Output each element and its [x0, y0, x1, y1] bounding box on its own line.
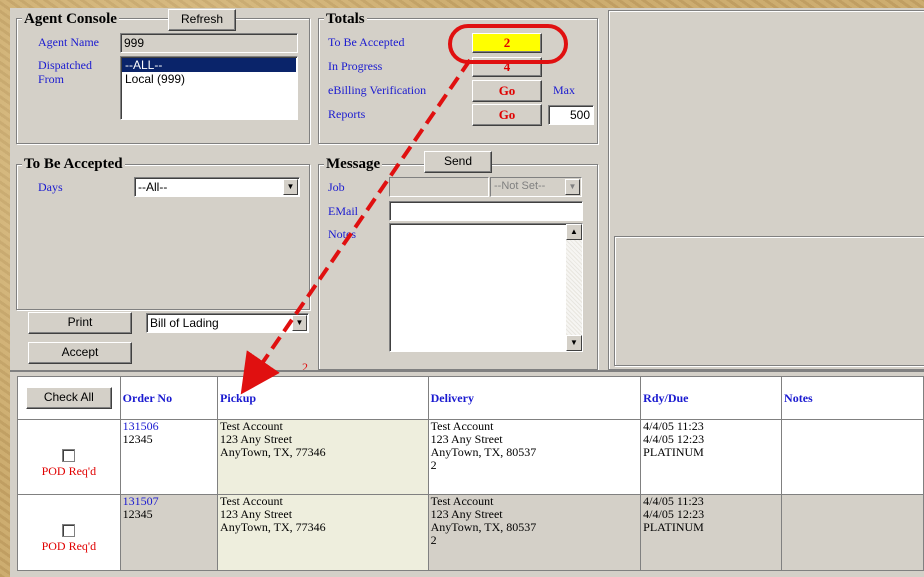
- order-ref: 12345: [122, 507, 153, 521]
- orders-table: Check All Order No Pickup Delivery Rdy/D…: [17, 376, 924, 571]
- check-all-button[interactable]: Check All: [25, 387, 112, 409]
- job-label: Job: [328, 180, 345, 194]
- days-select[interactable]: --All-- ▼: [134, 177, 300, 197]
- delivery-city: AnyTown, TX, 80537: [430, 520, 537, 534]
- pickup-city: AnyTown, TX, 77346: [220, 445, 326, 459]
- dispatched-option-local[interactable]: Local (999): [122, 72, 296, 86]
- dispatched-option-all[interactable]: --ALL--: [122, 58, 296, 72]
- select-cell: POD Req'd: [17, 419, 121, 495]
- service-level: PLATINUM: [643, 445, 704, 459]
- accept-count: 2: [302, 360, 308, 374]
- agent-name-field[interactable]: 999: [120, 33, 298, 53]
- service-level: PLATINUM: [643, 520, 704, 534]
- days-label: Days: [38, 180, 63, 194]
- delivery-pieces: 2: [430, 458, 437, 472]
- reports-go-button[interactable]: Go: [472, 104, 542, 126]
- print-dropdown-arrow-icon[interactable]: ▼: [292, 315, 307, 331]
- col-notes[interactable]: Notes: [781, 376, 924, 420]
- refresh-button[interactable]: Refresh: [168, 9, 236, 31]
- table-row[interactable]: POD Req'd 131507 12345 Test Account 123 …: [17, 494, 924, 571]
- notes-label: Notes: [328, 227, 356, 241]
- agent-window: Agent Console Refresh Agent Name 999 Dis…: [10, 8, 924, 577]
- col-rdy-due[interactable]: Rdy/Due: [640, 376, 783, 420]
- notes-cell: [781, 494, 924, 571]
- notes-scrollbar[interactable]: ▲ ▼: [566, 224, 582, 351]
- pickup-cell: Test Account 123 Any Street AnyTown, TX,…: [217, 419, 429, 495]
- job-dropdown-arrow-icon[interactable]: ▼: [565, 179, 580, 195]
- send-button[interactable]: Send: [424, 151, 492, 173]
- ebilling-label: eBilling Verification: [328, 83, 427, 97]
- to-be-accepted-label: To Be Accepted: [328, 35, 405, 49]
- totals-title: Totals: [324, 11, 367, 27]
- row-checkbox[interactable]: [62, 524, 76, 537]
- select-cell: POD Req'd: [17, 494, 121, 571]
- delivery-pieces: 2: [430, 533, 437, 547]
- pod-required-label: POD Req'd: [41, 539, 97, 553]
- days-select-value: --All--: [138, 180, 168, 194]
- print-doc-select[interactable]: Bill of Lading ▼: [146, 313, 309, 333]
- email-label: EMail: [328, 204, 358, 218]
- job-input[interactable]: [389, 177, 489, 197]
- ebilling-go-button[interactable]: Go: [472, 80, 542, 102]
- dispatched-listbox[interactable]: --ALL-- Local (999): [120, 56, 298, 120]
- orders-header-row: Check All Order No Pickup Delivery Rdy/D…: [17, 376, 924, 420]
- order-cell: 131507 12345: [119, 494, 219, 571]
- agent-console-title: Agent Console: [22, 11, 119, 27]
- rdy-due-cell: 4/4/05 11:23 4/4/05 12:23 PLATINUM: [640, 419, 783, 495]
- table-row[interactable]: POD Req'd 131506 12345 Test Account 123 …: [17, 419, 924, 495]
- delivery-cell: Test Account 123 Any Street AnyTown, TX,…: [427, 494, 642, 571]
- col-delivery[interactable]: Delivery: [427, 376, 642, 420]
- job-select-value: --Not Set--: [494, 180, 546, 192]
- in-progress-count-button[interactable]: 4: [472, 57, 542, 77]
- order-ref: 12345: [122, 432, 153, 446]
- col-pickup[interactable]: Pickup: [217, 376, 429, 420]
- right-inner-panel: [614, 236, 924, 366]
- pickup-cell: Test Account 123 Any Street AnyTown, TX,…: [217, 494, 429, 571]
- reports-label: Reports: [328, 107, 366, 121]
- scroll-up-icon[interactable]: ▲: [566, 224, 582, 240]
- notes-textarea[interactable]: ▲ ▼: [389, 223, 583, 352]
- delivery-city: AnyTown, TX, 80537: [430, 445, 537, 459]
- to-be-accepted-count-button[interactable]: 2: [472, 33, 542, 53]
- in-progress-label: In Progress: [328, 59, 383, 73]
- accept-button[interactable]: Accept: [28, 342, 132, 364]
- pickup-city: AnyTown, TX, 77346: [220, 520, 326, 534]
- job-select[interactable]: --Not Set-- ▼: [490, 177, 582, 197]
- delivery-cell: Test Account 123 Any Street AnyTown, TX,…: [427, 419, 642, 495]
- rdy-due-cell: 4/4/05 11:23 4/4/05 12:23 PLATINUM: [640, 494, 783, 571]
- pod-required-label: POD Req'd: [41, 463, 97, 478]
- dispatched-label: Dispatched From: [38, 58, 118, 86]
- message-title: Message: [324, 156, 383, 172]
- col-order-no[interactable]: Order No: [119, 376, 219, 420]
- row-checkbox[interactable]: [62, 448, 76, 462]
- check-all-cell: Check All: [17, 376, 121, 420]
- email-input[interactable]: [389, 201, 583, 221]
- print-button[interactable]: Print: [28, 312, 132, 334]
- dispatched-from-text: Dispatched From: [38, 58, 92, 86]
- agent-name-label: Agent Name: [38, 35, 99, 49]
- grid-divider: [10, 370, 924, 372]
- max-label: Max: [553, 83, 575, 97]
- notes-cell: [781, 419, 924, 495]
- print-doc-select-value: Bill of Lading: [150, 316, 219, 330]
- scroll-down-icon[interactable]: ▼: [566, 335, 582, 351]
- max-input[interactable]: 500: [548, 105, 594, 125]
- order-cell: 131506 12345: [119, 419, 219, 495]
- days-dropdown-arrow-icon[interactable]: ▼: [283, 179, 298, 195]
- to-be-accepted-title: To Be Accepted: [22, 156, 125, 172]
